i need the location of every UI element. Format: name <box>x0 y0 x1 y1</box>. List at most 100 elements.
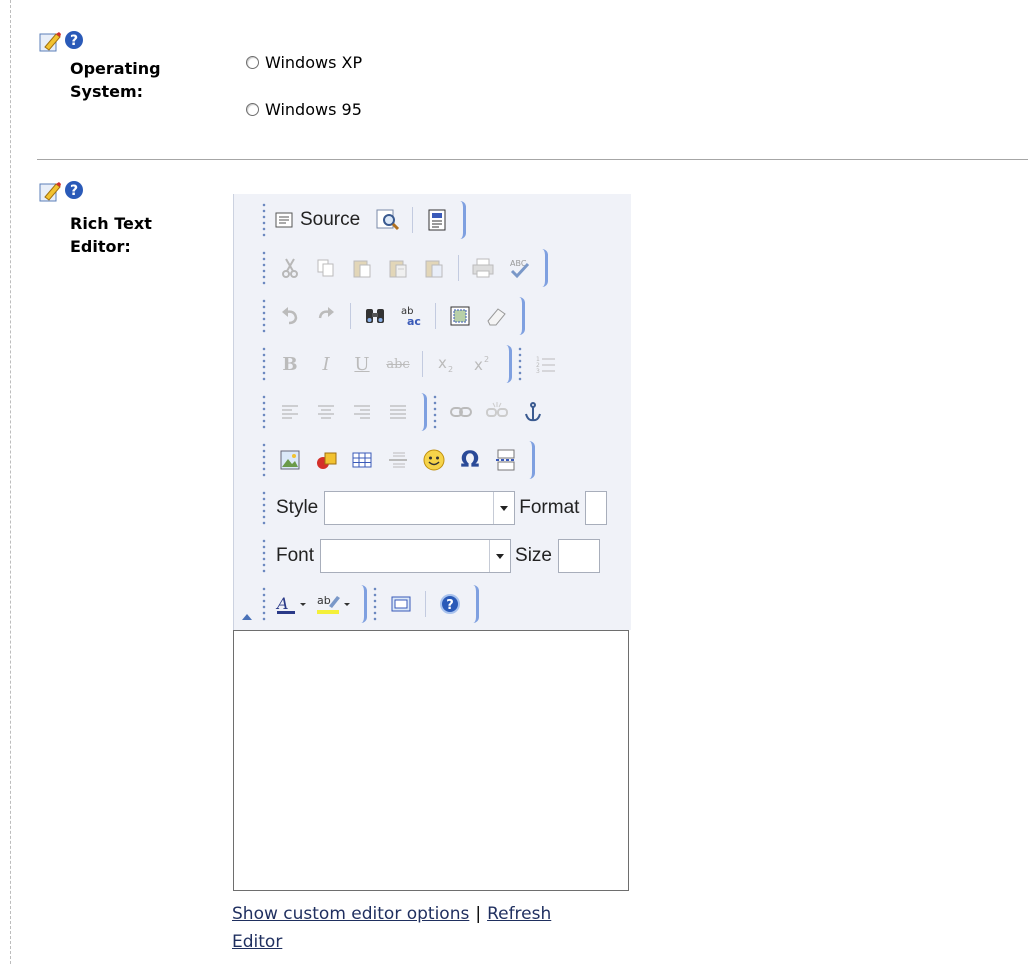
remove-format-button[interactable] <box>481 301 511 331</box>
smiley-button[interactable] <box>419 445 449 475</box>
toolbar-grip[interactable] <box>262 394 266 430</box>
subscript-button[interactable]: x2 <box>432 349 462 379</box>
chevron-down-icon[interactable] <box>493 492 515 524</box>
find-button[interactable] <box>360 301 390 331</box>
svg-text:ab: ab <box>317 594 331 607</box>
special-char-button[interactable]: Ω <box>455 445 485 475</box>
italic-button[interactable]: I <box>311 349 341 379</box>
align-left-button[interactable] <box>275 397 305 427</box>
underline-button[interactable]: U <box>347 349 377 379</box>
toolbar-grip[interactable] <box>262 250 266 286</box>
copy-button[interactable] <box>311 253 341 283</box>
toolbar-grip[interactable] <box>262 346 266 382</box>
help-icon[interactable]: ? <box>64 30 84 50</box>
bold-button[interactable]: B <box>275 349 305 379</box>
paste-word-button[interactable] <box>419 253 449 283</box>
svg-text:2: 2 <box>484 355 489 364</box>
page-break-button[interactable] <box>491 445 521 475</box>
strike-button[interactable]: abc <box>383 349 413 379</box>
link-separator: | <box>475 904 482 924</box>
undo-button[interactable] <box>275 301 305 331</box>
paste-button[interactable] <box>347 253 377 283</box>
about-button[interactable]: ? <box>435 589 465 619</box>
toolbar-grip[interactable] <box>262 442 266 478</box>
edit-icon[interactable] <box>38 180 62 204</box>
toolbar-grip[interactable] <box>262 490 266 526</box>
chevron-down-icon[interactable] <box>489 540 511 572</box>
toolbar-grip[interactable] <box>373 586 377 622</box>
refresh-link[interactable]: Refresh <box>487 904 551 924</box>
help-icon[interactable]: ? <box>64 180 84 200</box>
select-all-icon <box>450 306 470 326</box>
radio-button[interactable] <box>246 56 259 69</box>
align-left-icon <box>282 405 298 419</box>
style-combo[interactable] <box>324 491 516 525</box>
superscript-button[interactable]: x2 <box>468 349 498 379</box>
unlink-button[interactable] <box>482 397 512 427</box>
numbered-list-button[interactable]: 123 <box>531 349 561 379</box>
toolbar-group-document: Source <box>272 201 467 239</box>
toolbar-row-6: Ω <box>262 438 535 482</box>
toolbar-separator <box>412 207 414 233</box>
toolbar-group-colors: A ab <box>272 585 367 623</box>
style-combo-field[interactable] <box>325 492 493 524</box>
source-button[interactable]: Source <box>275 205 367 235</box>
replace-button[interactable]: ab ac <box>396 301 426 331</box>
templates-button[interactable] <box>422 205 452 235</box>
paste-text-button[interactable] <box>383 253 413 283</box>
image-button[interactable] <box>275 445 305 475</box>
link-button[interactable] <box>446 397 476 427</box>
spellcheck-icon: ABC <box>510 259 530 279</box>
edit-icon[interactable] <box>38 30 62 54</box>
spellcheck-button[interactable]: ABC <box>504 253 534 283</box>
format-combo[interactable] <box>585 491 608 525</box>
toolbar-grip[interactable] <box>262 586 266 622</box>
text-color-button[interactable]: A <box>275 589 309 619</box>
cut-button[interactable] <box>275 253 305 283</box>
table-button[interactable] <box>347 445 377 475</box>
toolbar-grip[interactable] <box>262 202 266 238</box>
scissors-icon <box>282 258 298 278</box>
flash-button[interactable] <box>311 445 341 475</box>
toolbar-grip[interactable] <box>518 346 522 382</box>
svg-text:?: ? <box>70 33 78 49</box>
show-editor-options-link[interactable]: Show custom editor options <box>232 904 469 924</box>
numbered-list-icon: 123 <box>536 356 555 375</box>
size-combo[interactable] <box>558 539 600 573</box>
toolbar-grip[interactable] <box>262 298 266 334</box>
editor-content-area[interactable] <box>233 630 629 891</box>
size-combo-field[interactable] <box>559 540 599 572</box>
redo-button[interactable] <box>311 301 341 331</box>
radio-button[interactable] <box>246 103 259 116</box>
horizontal-rule-button[interactable] <box>383 445 413 475</box>
rte-label: Rich Text Editor: <box>70 212 152 258</box>
refresh-editor-link[interactable]: Editor <box>232 932 282 952</box>
maximize-button[interactable] <box>386 589 416 619</box>
radio-windows-xp[interactable]: Windows XP <box>246 53 362 72</box>
format-combo-field[interactable] <box>586 492 606 524</box>
align-right-button[interactable] <box>347 397 377 427</box>
align-justify-icon <box>390 405 406 419</box>
align-justify-button[interactable] <box>383 397 413 427</box>
radio-label: Windows XP <box>265 53 363 72</box>
editor-links: Show custom editor options | Refresh Edito… <box>232 900 652 956</box>
font-combo-field[interactable] <box>321 540 489 572</box>
print-button[interactable] <box>468 253 498 283</box>
font-combo[interactable] <box>320 539 512 573</box>
toolbar-grip[interactable] <box>433 394 437 430</box>
left-border <box>10 0 11 964</box>
toolbar-grip[interactable] <box>262 538 266 574</box>
source-icon <box>275 212 293 228</box>
radio-windows-95[interactable]: Windows 95 <box>246 100 362 119</box>
redo-icon <box>318 307 334 319</box>
anchor-button[interactable] <box>518 397 548 427</box>
collapse-toolbar-icon[interactable] <box>242 614 252 620</box>
preview-button[interactable] <box>373 205 403 235</box>
rte-label-line1: Rich Text <box>70 214 152 233</box>
format-combo-label: Format <box>519 497 580 518</box>
background-color-button[interactable]: ab <box>315 589 353 619</box>
select-all-button[interactable] <box>445 301 475 331</box>
align-center-button[interactable] <box>311 397 341 427</box>
os-field-icons: ? <box>38 30 84 54</box>
link-icon <box>450 407 472 417</box>
